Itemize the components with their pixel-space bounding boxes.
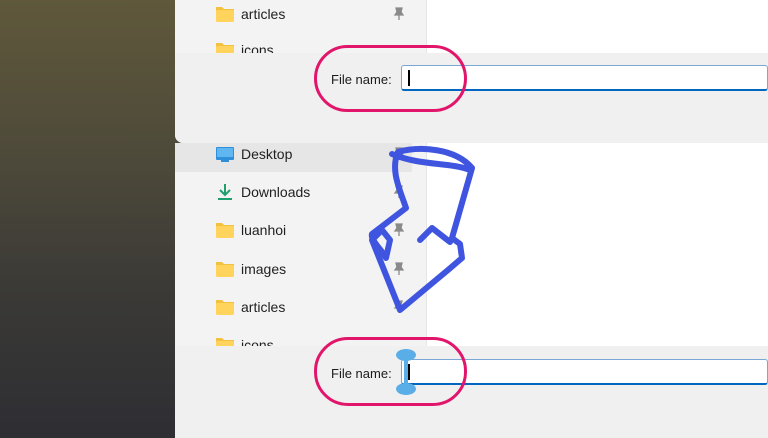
hand-drawn-arrow <box>368 146 475 313</box>
file-list-area[interactable] <box>427 0 768 53</box>
nav-item-articles[interactable]: articles <box>175 0 412 32</box>
dialog-footer: File name: <box>175 53 768 143</box>
dialog-footer: File name: <box>175 346 768 438</box>
pin-icon[interactable] <box>393 7 405 21</box>
download-icon <box>218 184 232 200</box>
highlight-circle-bottom <box>314 337 467 406</box>
desktop-icon <box>216 147 234 162</box>
folder-icon <box>216 300 234 315</box>
nav-item-label: articles <box>241 299 286 315</box>
top-file-dialog: articles icons File name: <box>175 0 768 143</box>
nav-item-label: images <box>241 261 287 277</box>
folder-icon <box>216 262 234 277</box>
nav-item-label: luanhoi <box>241 222 287 238</box>
highlight-circle-top <box>314 45 467 112</box>
folder-icon <box>216 7 234 22</box>
folder-icon <box>216 223 234 238</box>
text-cursor-handle-icon[interactable] <box>395 348 417 396</box>
nav-item-label: Desktop <box>241 146 293 162</box>
nav-item-label: Downloads <box>241 184 311 200</box>
nav-item-label: articles <box>241 6 286 22</box>
